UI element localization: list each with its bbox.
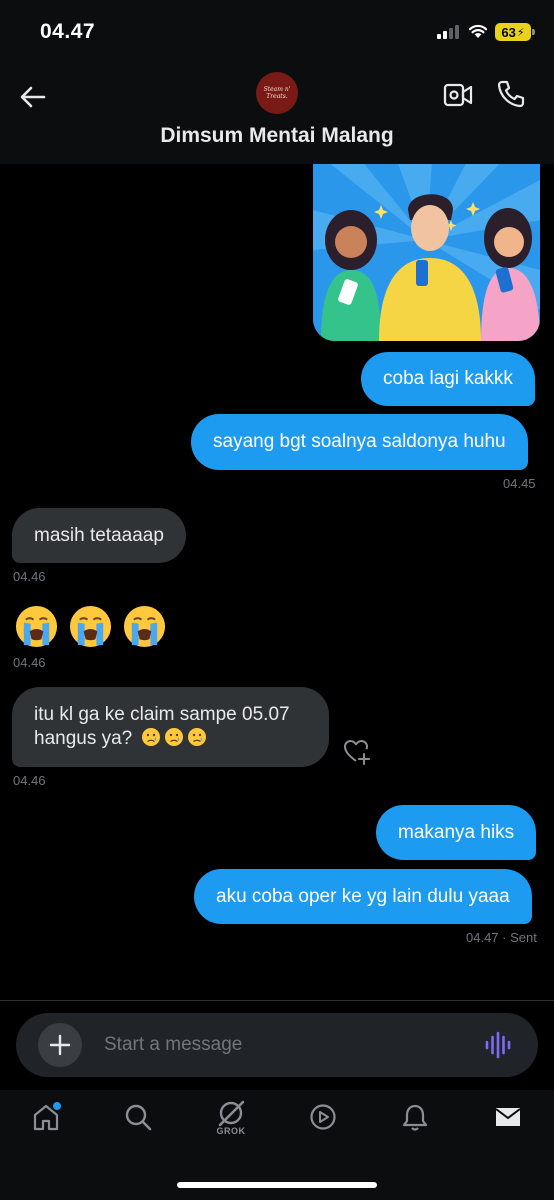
loudly-crying-face-emoji	[123, 605, 166, 648]
battery-level: 63	[501, 24, 516, 40]
message-bubble-outgoing[interactable]: makanya hiks	[376, 805, 537, 860]
add-attachment-button[interactable]	[38, 1023, 82, 1067]
message-timestamp: 04.46	[13, 655, 46, 670]
message-text-line-wrap: hangus ya?	[34, 727, 207, 751]
avatar[interactable]: Steam n' Treats.	[256, 72, 298, 114]
home-notification-dot	[53, 1102, 61, 1110]
composer-divider	[0, 1000, 554, 1001]
nav-messages[interactable]	[488, 1102, 528, 1152]
message-timestamp: 04.46	[13, 569, 46, 584]
message-bubble-incoming[interactable]: masih tetaaaap	[12, 508, 186, 563]
crying-face-emoji	[141, 728, 160, 746]
message-bubble-outgoing[interactable]: sayang bgt soalnya saldonya huhu	[191, 414, 528, 470]
heart-plus-icon[interactable]	[342, 736, 372, 766]
phone-icon[interactable]	[496, 79, 526, 109]
play-icon	[310, 1104, 336, 1130]
status-time: 04.47	[40, 20, 96, 43]
message-timestamp: 04.46	[13, 773, 46, 788]
battery-tip	[532, 29, 535, 35]
shared-image[interactable]	[313, 150, 540, 341]
nav-notifications[interactable]	[395, 1102, 435, 1152]
message-text: sayang bgt soalnya saldonya huhu	[213, 431, 506, 452]
mail-icon	[495, 1108, 521, 1126]
message-text: makanya hiks	[398, 821, 515, 843]
avatar-logo-text: Steam n' Treats.	[263, 86, 291, 100]
search-icon	[125, 1104, 152, 1131]
promo-illustration	[313, 150, 540, 341]
message-timestamp: 04.45	[503, 476, 536, 491]
grok-label: GROK	[216, 1126, 246, 1136]
loudly-crying-face-emoji	[15, 605, 58, 648]
bell-icon	[402, 1104, 428, 1131]
message-bubble-outgoing[interactable]: coba lagi kakkk	[361, 352, 535, 406]
page-title[interactable]: Dimsum Mentai Malang	[0, 124, 554, 148]
crying-face-emoji	[164, 728, 183, 746]
back-arrow-icon[interactable]	[18, 82, 48, 112]
home-indicator	[177, 1182, 377, 1188]
cellular-signal-icon	[437, 25, 459, 39]
nav-grok[interactable]: GROK	[211, 1098, 251, 1148]
loudly-crying-face-emoji	[69, 605, 112, 648]
message-text: masih tetaaaap	[34, 524, 164, 546]
message-input[interactable]	[104, 1029, 444, 1061]
grok-icon	[218, 1100, 245, 1127]
message-status-timestamp: 04.47 · Sent	[466, 930, 537, 945]
video-call-icon[interactable]	[443, 82, 473, 108]
voice-wave-icon[interactable]	[484, 1031, 514, 1059]
emoji-message[interactable]: 😭😭😭	[14, 604, 167, 649]
conversation-header: Steam n' Treats. Dimsum Mentai Malang	[0, 64, 554, 164]
message-text-line: hangus ya?	[34, 728, 133, 749]
message-text-line: itu kl ga ke claim sampe 05.07	[34, 704, 290, 725]
nav-video[interactable]	[303, 1102, 343, 1152]
battery-indicator: 63 ⚡	[495, 23, 531, 41]
message-composer	[16, 1013, 538, 1077]
message-bubble-outgoing[interactable]: aku coba oper ke yg lain dulu yaaa	[194, 869, 532, 924]
crying-face-emoji	[187, 728, 206, 746]
plus-icon	[49, 1034, 71, 1056]
status-bar: 04.47 63 ⚡	[0, 0, 554, 64]
nav-search[interactable]	[118, 1102, 158, 1152]
charging-bolt-icon: ⚡	[516, 26, 525, 39]
message-bubble-incoming[interactable]: itu kl ga ke claim sampe 05.07 hangus ya…	[12, 687, 329, 767]
message-text: coba lagi kakkk	[383, 368, 513, 389]
wifi-icon	[468, 24, 488, 38]
message-text: aku coba oper ke yg lain dulu yaaa	[216, 885, 510, 907]
nav-home[interactable]	[26, 1102, 66, 1152]
